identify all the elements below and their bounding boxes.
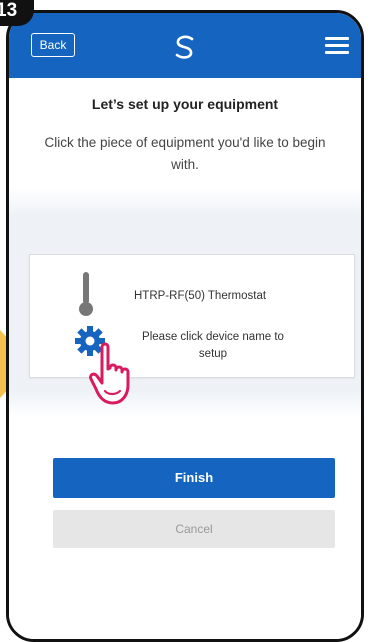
device-name-link[interactable]: HTRP-RF(50) Thermostat — [134, 290, 266, 302]
page-subtitle: Click the piece of equipment you'd like … — [44, 135, 326, 172]
cancel-button[interactable]: Cancel — [53, 510, 335, 548]
phone-frame: Back Let’s set up your equipment Click t… — [6, 10, 364, 642]
finish-button[interactable]: Finish — [53, 458, 335, 498]
page-title: Let’s set up your equipment — [91, 96, 279, 112]
hand-pointer-icon — [89, 342, 130, 405]
hamburger-menu-icon[interactable] — [325, 37, 349, 54]
app-header: Back — [9, 13, 361, 78]
back-button[interactable]: Back — [31, 33, 75, 57]
swirl-logo-icon — [175, 35, 194, 59]
device-card[interactable]: HTRP-RF(50) Thermostat Please click devi… — [29, 254, 355, 405]
setup-hint-text: Please click device name to setup — [142, 331, 284, 360]
main-content: Let’s set up your equipment Click the pi… — [9, 78, 361, 639]
thermometer-icon — [79, 272, 93, 316]
